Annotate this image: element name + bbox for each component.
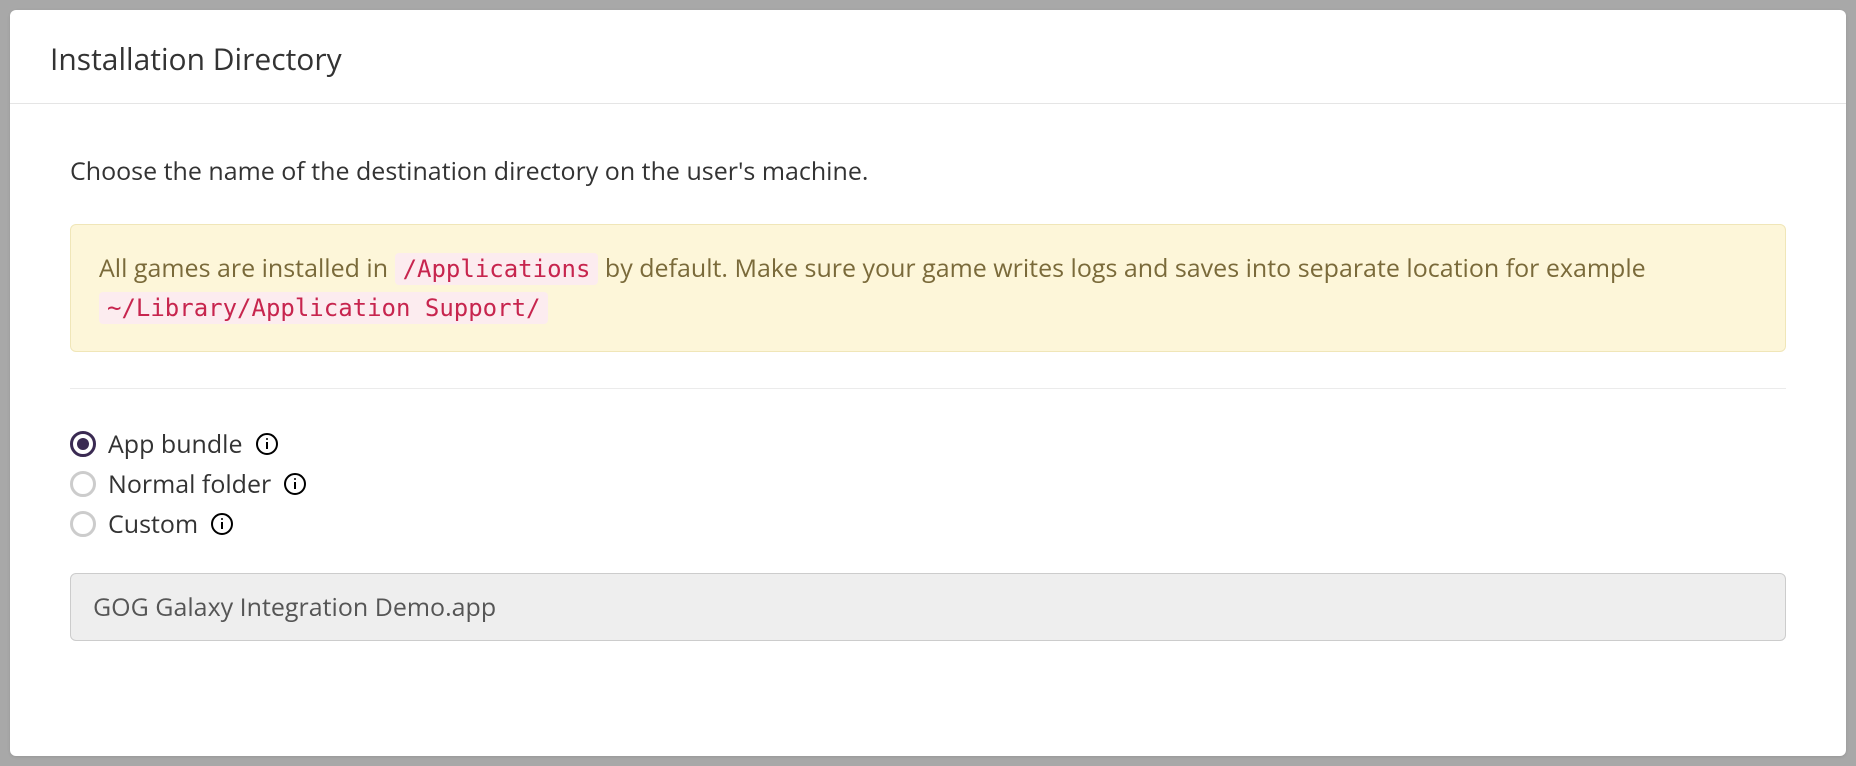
alert-text-part2: by default. Make sure your game writes l…: [598, 251, 1645, 285]
radio-label: Normal folder: [108, 467, 271, 501]
info-alert: All games are installed in /Applications…: [70, 224, 1786, 352]
panel-title: Installation Directory: [50, 38, 1806, 79]
panel-header: Installation Directory: [10, 10, 1846, 104]
info-icon[interactable]: [255, 432, 279, 456]
radio-option-custom[interactable]: Custom: [70, 507, 1786, 541]
code-applications-path: /Applications: [395, 253, 599, 285]
code-library-path: ~/Library/Application Support/: [99, 292, 548, 324]
installation-directory-panel: Installation Directory Choose the name o…: [10, 10, 1846, 756]
info-icon[interactable]: [210, 512, 234, 536]
radio-label: Custom: [108, 507, 198, 541]
info-icon[interactable]: [283, 472, 307, 496]
radio-indicator: [70, 431, 96, 457]
directory-name-input[interactable]: [70, 573, 1786, 641]
radio-indicator: [70, 511, 96, 537]
alert-text-part1: All games are installed in: [99, 251, 395, 285]
directory-type-radio-group: App bundle Normal folder: [70, 427, 1786, 541]
radio-indicator: [70, 471, 96, 497]
radio-option-app-bundle[interactable]: App bundle: [70, 427, 1786, 461]
panel-body: Choose the name of the destination direc…: [10, 104, 1846, 681]
radio-option-normal-folder[interactable]: Normal folder: [70, 467, 1786, 501]
radio-label: App bundle: [108, 427, 243, 461]
description-text: Choose the name of the destination direc…: [70, 154, 1786, 188]
divider: [70, 388, 1786, 389]
